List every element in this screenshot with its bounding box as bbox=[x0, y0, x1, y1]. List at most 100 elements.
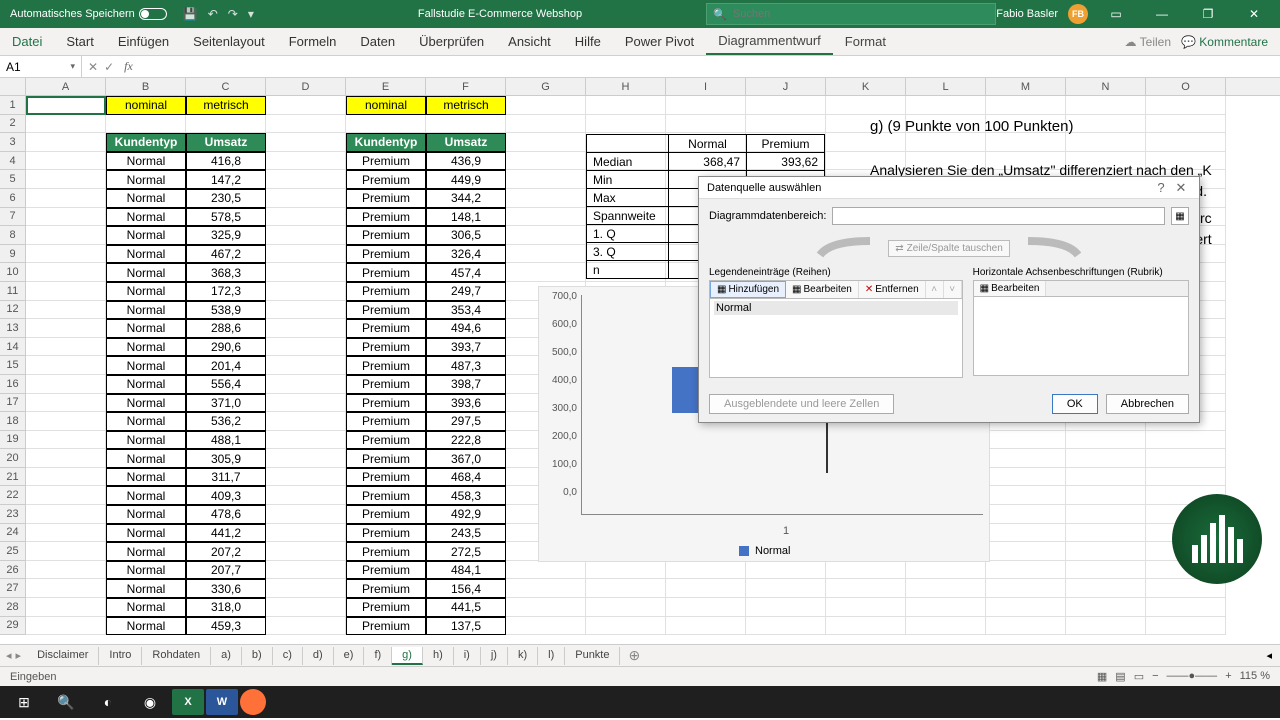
cell[interactable]: Premium bbox=[346, 152, 426, 171]
cell[interactable]: 556,4 bbox=[186, 375, 266, 394]
cell[interactable] bbox=[426, 115, 506, 134]
cell[interactable]: Normal bbox=[106, 189, 186, 208]
cell[interactable]: Normal bbox=[106, 263, 186, 282]
cell[interactable]: 488,1 bbox=[186, 431, 266, 450]
cell[interactable]: 371,0 bbox=[186, 394, 266, 413]
sheet-tab[interactable]: Punkte bbox=[565, 647, 620, 665]
sheet-tab[interactable]: f) bbox=[364, 647, 392, 665]
select-all-corner[interactable] bbox=[0, 78, 26, 95]
cell[interactable] bbox=[1066, 617, 1146, 636]
cell[interactable] bbox=[26, 579, 106, 598]
cell[interactable]: 201,4 bbox=[186, 356, 266, 375]
cell[interactable]: 441,5 bbox=[426, 598, 506, 617]
cell[interactable] bbox=[506, 208, 586, 227]
cell[interactable] bbox=[746, 96, 826, 115]
cell[interactable]: 436,9 bbox=[426, 152, 506, 171]
cell[interactable] bbox=[26, 115, 106, 134]
cell[interactable] bbox=[506, 96, 586, 115]
tab-datei[interactable]: Datei bbox=[0, 28, 54, 55]
cell[interactable] bbox=[1066, 486, 1146, 505]
cell[interactable] bbox=[506, 189, 586, 208]
taskbar-search-icon[interactable]: 🔍 bbox=[46, 686, 86, 718]
cell[interactable]: 393,7 bbox=[426, 338, 506, 357]
cell[interactable]: Premium bbox=[346, 375, 426, 394]
cell[interactable]: 272,5 bbox=[426, 542, 506, 561]
view-normal-icon[interactable]: ▦ bbox=[1097, 670, 1107, 683]
cell[interactable]: nominal bbox=[106, 96, 186, 115]
cell[interactable] bbox=[746, 561, 826, 580]
cell[interactable] bbox=[26, 301, 106, 320]
cell[interactable] bbox=[666, 617, 746, 636]
cell[interactable]: Premium bbox=[346, 431, 426, 450]
cell[interactable]: 487,3 bbox=[426, 356, 506, 375]
cell[interactable]: Premium bbox=[346, 561, 426, 580]
cell[interactable]: 222,8 bbox=[426, 431, 506, 450]
cell[interactable]: Normal bbox=[106, 412, 186, 431]
cell[interactable]: 325,9 bbox=[186, 226, 266, 245]
row-header[interactable]: 24 bbox=[0, 524, 26, 543]
cell[interactable] bbox=[986, 468, 1066, 487]
cell[interactable]: Normal bbox=[106, 524, 186, 543]
cell[interactable] bbox=[506, 245, 586, 264]
cell[interactable] bbox=[1066, 96, 1146, 115]
tab-ansicht[interactable]: Ansicht bbox=[496, 28, 563, 55]
series-item[interactable]: Normal bbox=[714, 301, 958, 315]
col-header[interactable]: E bbox=[346, 78, 426, 95]
tab-powerpivot[interactable]: Power Pivot bbox=[613, 28, 706, 55]
cell[interactable] bbox=[986, 505, 1066, 524]
accept-formula-icon[interactable]: ✓ bbox=[104, 60, 114, 74]
cell[interactable] bbox=[266, 505, 346, 524]
cell[interactable] bbox=[266, 412, 346, 431]
cell[interactable]: Normal bbox=[106, 338, 186, 357]
col-header[interactable]: N bbox=[1066, 78, 1146, 95]
cell[interactable] bbox=[1066, 524, 1146, 543]
row-header[interactable]: 13 bbox=[0, 319, 26, 338]
cell[interactable] bbox=[506, 152, 586, 171]
search-box[interactable]: 🔍 bbox=[706, 3, 996, 25]
cell[interactable] bbox=[266, 449, 346, 468]
cell[interactable]: Normal bbox=[106, 319, 186, 338]
row-header[interactable]: 4 bbox=[0, 152, 26, 171]
row-header[interactable]: 3 bbox=[0, 133, 26, 152]
ok-button[interactable]: OK bbox=[1052, 394, 1098, 414]
cell[interactable] bbox=[986, 598, 1066, 617]
cell[interactable] bbox=[266, 170, 346, 189]
cell[interactable]: Normal bbox=[106, 356, 186, 375]
cell[interactable] bbox=[26, 431, 106, 450]
cell[interactable]: Normal bbox=[106, 542, 186, 561]
cell[interactable]: 207,2 bbox=[186, 542, 266, 561]
cell[interactable]: 172,3 bbox=[186, 282, 266, 301]
cell[interactable]: Normal bbox=[106, 208, 186, 227]
col-header[interactable]: K bbox=[826, 78, 906, 95]
cell[interactable] bbox=[26, 449, 106, 468]
cell[interactable]: Umsatz bbox=[426, 133, 506, 152]
row-header[interactable]: 22 bbox=[0, 486, 26, 505]
cell[interactable]: Normal bbox=[106, 170, 186, 189]
cell[interactable] bbox=[26, 245, 106, 264]
col-header[interactable]: D bbox=[266, 78, 346, 95]
col-header[interactable]: F bbox=[426, 78, 506, 95]
row-header[interactable]: 1 bbox=[0, 96, 26, 115]
cell[interactable] bbox=[986, 431, 1066, 450]
row-header[interactable]: 11 bbox=[0, 282, 26, 301]
row-header[interactable]: 21 bbox=[0, 468, 26, 487]
cell[interactable]: 306,5 bbox=[426, 226, 506, 245]
cell[interactable] bbox=[26, 152, 106, 171]
sheet-tab[interactable]: l) bbox=[538, 647, 565, 665]
col-header[interactable]: A bbox=[26, 78, 106, 95]
cell[interactable] bbox=[266, 263, 346, 282]
cell[interactable] bbox=[906, 561, 986, 580]
col-header[interactable]: G bbox=[506, 78, 586, 95]
cell[interactable] bbox=[26, 524, 106, 543]
sheet-tab[interactable]: Intro bbox=[99, 647, 142, 665]
cell[interactable] bbox=[26, 189, 106, 208]
cell[interactable] bbox=[666, 115, 746, 134]
cell[interactable] bbox=[26, 96, 106, 115]
cell[interactable]: Premium bbox=[346, 170, 426, 189]
cell[interactable] bbox=[266, 133, 346, 152]
cell[interactable]: Normal bbox=[106, 449, 186, 468]
cell[interactable]: 344,2 bbox=[426, 189, 506, 208]
cell[interactable] bbox=[1066, 598, 1146, 617]
cell[interactable]: Normal bbox=[106, 245, 186, 264]
cell[interactable]: 458,3 bbox=[426, 486, 506, 505]
